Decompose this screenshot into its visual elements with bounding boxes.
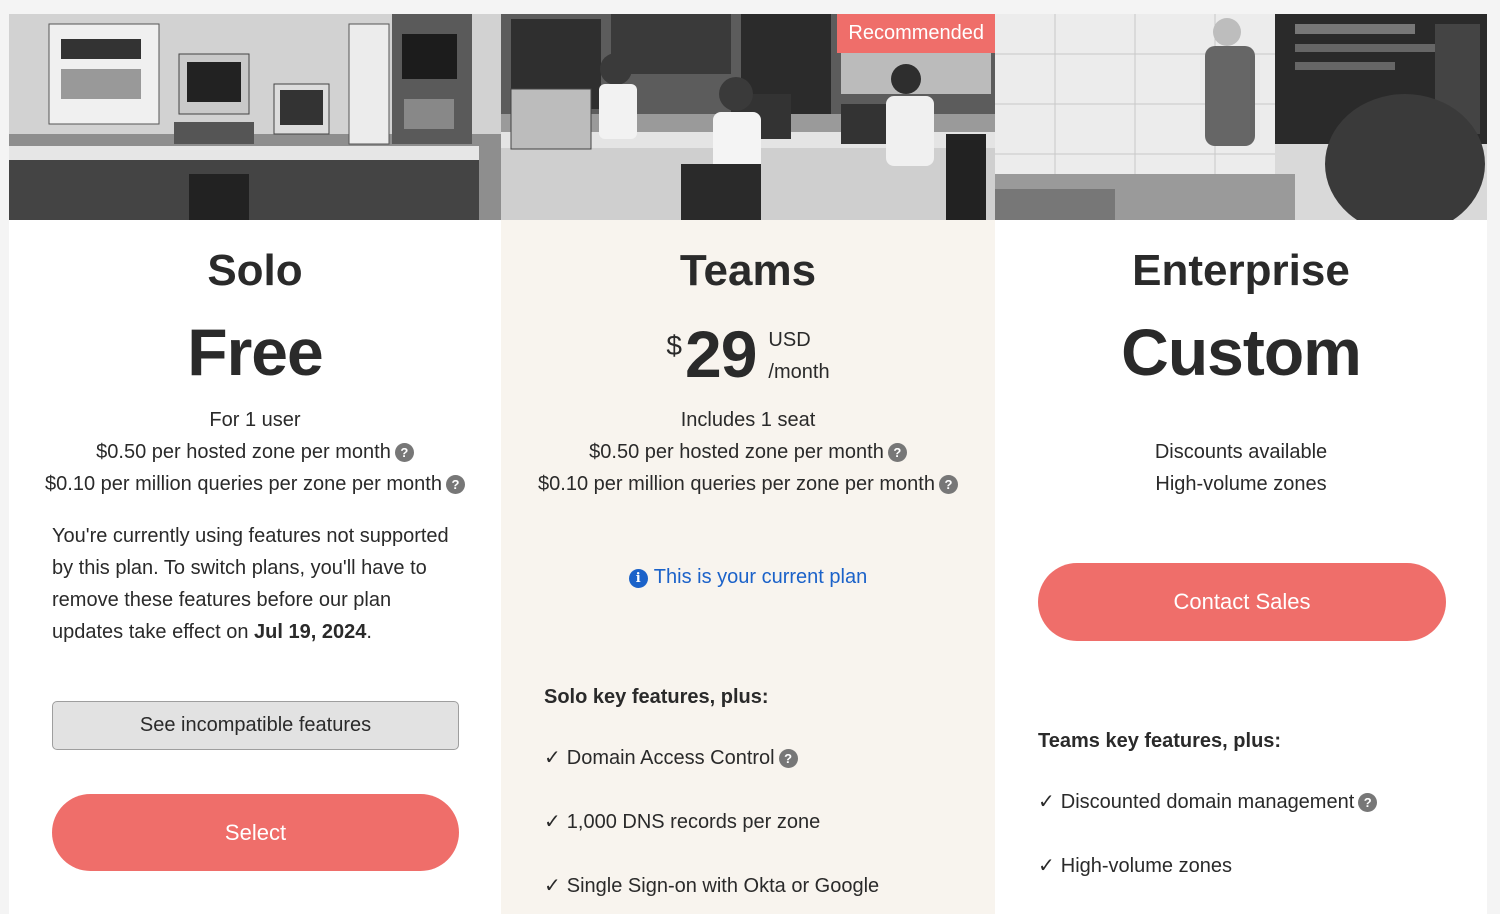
price-unit: USD /month <box>768 329 830 383</box>
check-icon: ✓ <box>544 875 561 897</box>
teams-hero-image: Recommended <box>501 14 995 220</box>
detail-line: $0.10 per million queries per zone per m… <box>501 468 995 500</box>
check-icon: ✓ <box>1038 791 1055 813</box>
detail-line: For 1 user <box>209 409 301 431</box>
detail-line: High-volume zones <box>1155 473 1327 495</box>
select-button[interactable]: Select <box>52 794 459 871</box>
plan-details: Discounts available High-volume zones <box>995 436 1487 500</box>
pricing-cards: Solo Free For 1 user $0.50 per hosted zo… <box>9 14 1487 914</box>
plan-name: Enterprise <box>1132 246 1350 295</box>
detail-line: Discounts available <box>1154 441 1328 463</box>
plan-details: For 1 user $0.50 per hosted zone per mon… <box>9 404 501 500</box>
check-icon: ✓ <box>1038 855 1055 877</box>
plan-card-enterprise: Enterprise Custom Discounts available Hi… <box>995 14 1487 914</box>
help-icon[interactable]: ? <box>445 475 465 494</box>
detail-line: $0.50 per hosted zone per month? <box>9 436 501 468</box>
feature-item: ✓ Single Sign-on with Okta or Google <box>544 875 880 897</box>
features-heading: Teams key features, plus: <box>1038 730 1282 752</box>
plan-card-solo: Solo Free For 1 user $0.50 per hosted zo… <box>9 14 501 914</box>
plan-details: Includes 1 seat $0.50 per hosted zone pe… <box>501 404 995 500</box>
detail-line: $0.10 per million queries per zone per m… <box>9 468 501 500</box>
enterprise-hero-image <box>995 14 1487 220</box>
current-plan-notice: i This is your current plan <box>501 566 995 589</box>
price-amount: 29 <box>685 317 757 391</box>
feature-item: ✓ High-volume zones <box>1038 855 1232 877</box>
plan-price: Free <box>187 315 323 389</box>
contact-sales-button[interactable]: Contact Sales <box>1038 563 1446 641</box>
detail-line: Includes 1 seat <box>680 409 816 431</box>
feature-item: ✓ 1,000 DNS records per zone <box>544 811 821 833</box>
warning-date: Jul 19, 2024 <box>254 621 367 643</box>
feature-item: ✓ Discounted domain management? <box>1038 789 1378 814</box>
check-icon: ✓ <box>544 747 561 769</box>
help-icon[interactable]: ? <box>778 749 798 768</box>
solo-hero-image <box>9 14 501 220</box>
help-icon[interactable]: ? <box>394 443 414 462</box>
see-incompatible-features-button[interactable]: See incompatible features <box>52 701 459 750</box>
plan-card-teams: Recommended Teams $ 29 USD /month Includ… <box>501 14 995 914</box>
plan-name: Solo <box>207 246 303 295</box>
help-icon[interactable]: ? <box>938 475 958 494</box>
plan-name: Teams <box>679 246 817 295</box>
detail-line: $0.50 per hosted zone per month? <box>501 436 995 468</box>
feature-item: ✓ Domain Access Control? <box>544 745 798 770</box>
info-icon: i <box>628 569 648 588</box>
recommended-badge: Recommended <box>837 14 995 53</box>
features-heading: Solo key features, plus: <box>544 686 769 708</box>
price-currency-symbol: $ <box>666 330 682 361</box>
plan-price: $ 29 USD /month <box>501 316 995 392</box>
check-icon: ✓ <box>544 811 561 833</box>
help-icon[interactable]: ? <box>1358 793 1378 812</box>
help-icon[interactable]: ? <box>887 443 907 462</box>
incompatible-warning: You're currently using features not supp… <box>52 525 449 643</box>
plan-price: Custom <box>1121 315 1362 389</box>
